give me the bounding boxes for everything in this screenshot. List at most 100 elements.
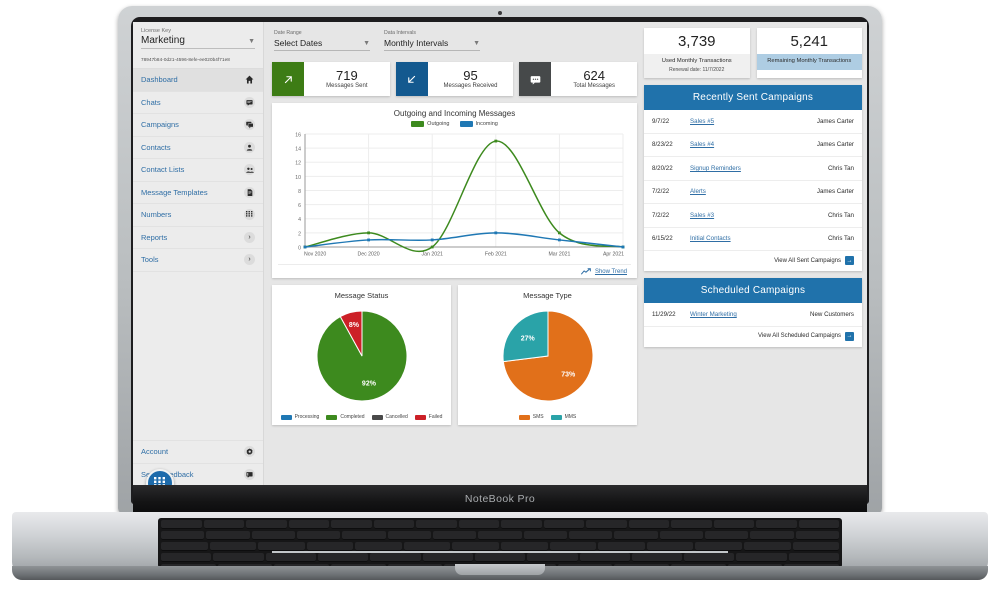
sidebar-item-chats[interactable]: Chats bbox=[133, 92, 263, 114]
license-key-select[interactable]: Marketing ▼ bbox=[141, 35, 255, 49]
keyboard-key bbox=[736, 553, 787, 562]
right-column: 3,739 Used Monthly Transactions Renewal … bbox=[644, 28, 862, 479]
row-name[interactable]: Signup Reminders bbox=[690, 165, 796, 172]
row-name[interactable]: Sales #5 bbox=[690, 118, 796, 125]
campaign-link[interactable]: Initial Contacts bbox=[690, 235, 731, 242]
row-name[interactable]: Winter Marketing bbox=[690, 311, 796, 318]
keyboard-key bbox=[695, 542, 742, 551]
campaign-link[interactable]: Sales #5 bbox=[690, 118, 714, 125]
show-trend-row[interactable]: Show Trend bbox=[278, 264, 631, 276]
sidebar-item-tools[interactable]: Tools › bbox=[133, 249, 263, 272]
campaign-link[interactable]: Sales #4 bbox=[690, 141, 714, 148]
row-name[interactable]: Sales #4 bbox=[690, 141, 796, 148]
row-date: 6/15/22 bbox=[652, 235, 673, 243]
sidebar-item-contacts[interactable]: Contacts bbox=[133, 137, 263, 159]
stat-card-messages-received[interactable]: 95 Messages Received bbox=[395, 62, 514, 96]
keyboard-key bbox=[458, 520, 499, 529]
legend-swatch bbox=[518, 414, 530, 420]
stat-value: 95 bbox=[463, 67, 478, 83]
date-range-select[interactable]: Select Dates ▼ bbox=[274, 38, 370, 51]
sidebar-item-label: Numbers bbox=[141, 210, 172, 220]
row-name[interactable]: Alerts bbox=[690, 188, 796, 195]
show-trend-link[interactable]: Show Trend bbox=[595, 269, 627, 275]
keyboard-key bbox=[206, 531, 250, 540]
chats-icon bbox=[244, 119, 255, 131]
table-row: 6/15/22 Initial Contacts Chris Tan bbox=[644, 228, 862, 252]
sidebar-item-dashboard[interactable]: Dashboard bbox=[133, 69, 263, 92]
message-type-legend: SMS MMS bbox=[518, 414, 576, 420]
keyboard-key bbox=[756, 520, 797, 529]
keyboard-row bbox=[158, 553, 842, 562]
sidebar-item-account[interactable]: Account bbox=[133, 440, 263, 463]
view-all-scheduled-campaigns-link[interactable]: View All Scheduled Campaigns → bbox=[644, 327, 862, 347]
license-key-label: License Key bbox=[141, 28, 171, 34]
keyboard-key bbox=[743, 542, 791, 551]
arrow-down-left-icon bbox=[395, 62, 428, 96]
row-date: 8/20/22 bbox=[652, 164, 673, 172]
keyboard-key bbox=[579, 553, 630, 562]
row-owner: Chris Tan bbox=[827, 235, 854, 243]
campaign-link[interactable]: Signup Reminders bbox=[690, 165, 741, 172]
campaign-link[interactable]: Winter Marketing bbox=[690, 311, 737, 318]
scheduled-campaigns-panel: Scheduled Campaigns 11/29/22 Winter Marke… bbox=[644, 278, 862, 347]
chevron-right-icon: › bbox=[244, 254, 255, 266]
webcam-icon bbox=[498, 11, 502, 15]
sidebar-item-label: Dashboard bbox=[141, 75, 178, 85]
keyboard-key bbox=[355, 542, 402, 551]
gear-icon bbox=[244, 446, 255, 458]
sidebar-item-label: Message Templates bbox=[141, 187, 208, 197]
campaign-link[interactable]: Sales #3 bbox=[690, 212, 714, 219]
sidebar-nav: Dashboard Chats Campaigns Contacts Conta… bbox=[133, 69, 263, 272]
stat-card-total-messages[interactable]: 624 Total Messages bbox=[519, 62, 638, 96]
campaign-link[interactable]: Alerts bbox=[690, 188, 706, 195]
keyboard-key bbox=[631, 553, 683, 562]
used-transactions-value: 3,739 bbox=[677, 33, 716, 50]
keyboard-key bbox=[543, 520, 584, 529]
laptop-notch bbox=[455, 564, 545, 575]
legend-item-sms: SMS bbox=[518, 414, 544, 420]
legend-item-processing: Processing bbox=[280, 414, 319, 420]
keyboard-key bbox=[646, 542, 694, 551]
left-column: Date Range Select Dates ▼ Data Intervals… bbox=[272, 28, 638, 479]
laptop-keyboard bbox=[158, 518, 842, 568]
message-status-title: Message Status bbox=[334, 291, 389, 300]
stat-card-messages-sent[interactable]: 719 Messages Sent bbox=[272, 62, 390, 96]
row-name[interactable]: Initial Contacts bbox=[690, 235, 796, 242]
sidebar-item-campaigns[interactable]: Campaigns bbox=[133, 114, 263, 137]
keyboard-key bbox=[795, 531, 839, 540]
view-all-sent-campaigns-link[interactable]: View All Sent Campaigns → bbox=[644, 251, 862, 271]
table-row: 8/20/22 Signup Reminders Chris Tan bbox=[644, 157, 862, 181]
sidebar-item-message-templates[interactable]: Message Templates bbox=[133, 182, 263, 204]
data-intervals-select[interactable]: Monthly Intervals ▼ bbox=[384, 38, 480, 51]
screenshot-stage: License Key Marketing ▼ 78947b84-0d21-45… bbox=[0, 0, 1000, 596]
remaining-transactions-footer: Remaining Monthly Transactions bbox=[756, 54, 862, 71]
sidebar-item-contact-lists[interactable]: Contact Lists bbox=[133, 159, 263, 182]
sidebar-item-numbers[interactable]: Numbers bbox=[133, 204, 263, 227]
row-owner: Chris Tan bbox=[827, 164, 854, 172]
keyboard-row bbox=[158, 520, 842, 529]
row-name[interactable]: Sales #3 bbox=[690, 212, 796, 219]
table-row: 11/29/22 Winter Marketing New Customers bbox=[644, 303, 862, 327]
line-chart-legend: Outgoing Incoming bbox=[278, 121, 631, 127]
row-owner: James Carter bbox=[816, 188, 854, 196]
sidebar-item-reports[interactable]: Reports › bbox=[133, 227, 263, 249]
x-tick-label: Apr 2021 bbox=[603, 252, 624, 258]
keyboard-key bbox=[478, 531, 522, 540]
keyboard-key bbox=[161, 531, 205, 540]
date-range-value: Select Dates bbox=[274, 38, 323, 48]
x-tick-label: Dec 2020 bbox=[357, 252, 379, 258]
keyboard-key bbox=[209, 542, 257, 551]
keyboard-key bbox=[213, 553, 264, 562]
pie-slice-label: 92% bbox=[361, 381, 376, 388]
legend-item-failed: Failed bbox=[414, 414, 442, 420]
row-date: 8/23/22 bbox=[652, 141, 673, 149]
keyboard-key bbox=[501, 520, 542, 529]
chevron-right-icon: › bbox=[244, 231, 255, 243]
stat-caption: Messages Sent bbox=[326, 83, 368, 90]
keypad-icon bbox=[244, 209, 255, 221]
x-tick-label: Nov 2020 bbox=[304, 252, 326, 258]
sidebar: License Key Marketing ▼ 78947b84-0d21-45… bbox=[133, 22, 264, 485]
person-icon bbox=[244, 141, 255, 153]
keyboard-key bbox=[251, 531, 295, 540]
row-date: 7/2/22 bbox=[652, 211, 670, 219]
